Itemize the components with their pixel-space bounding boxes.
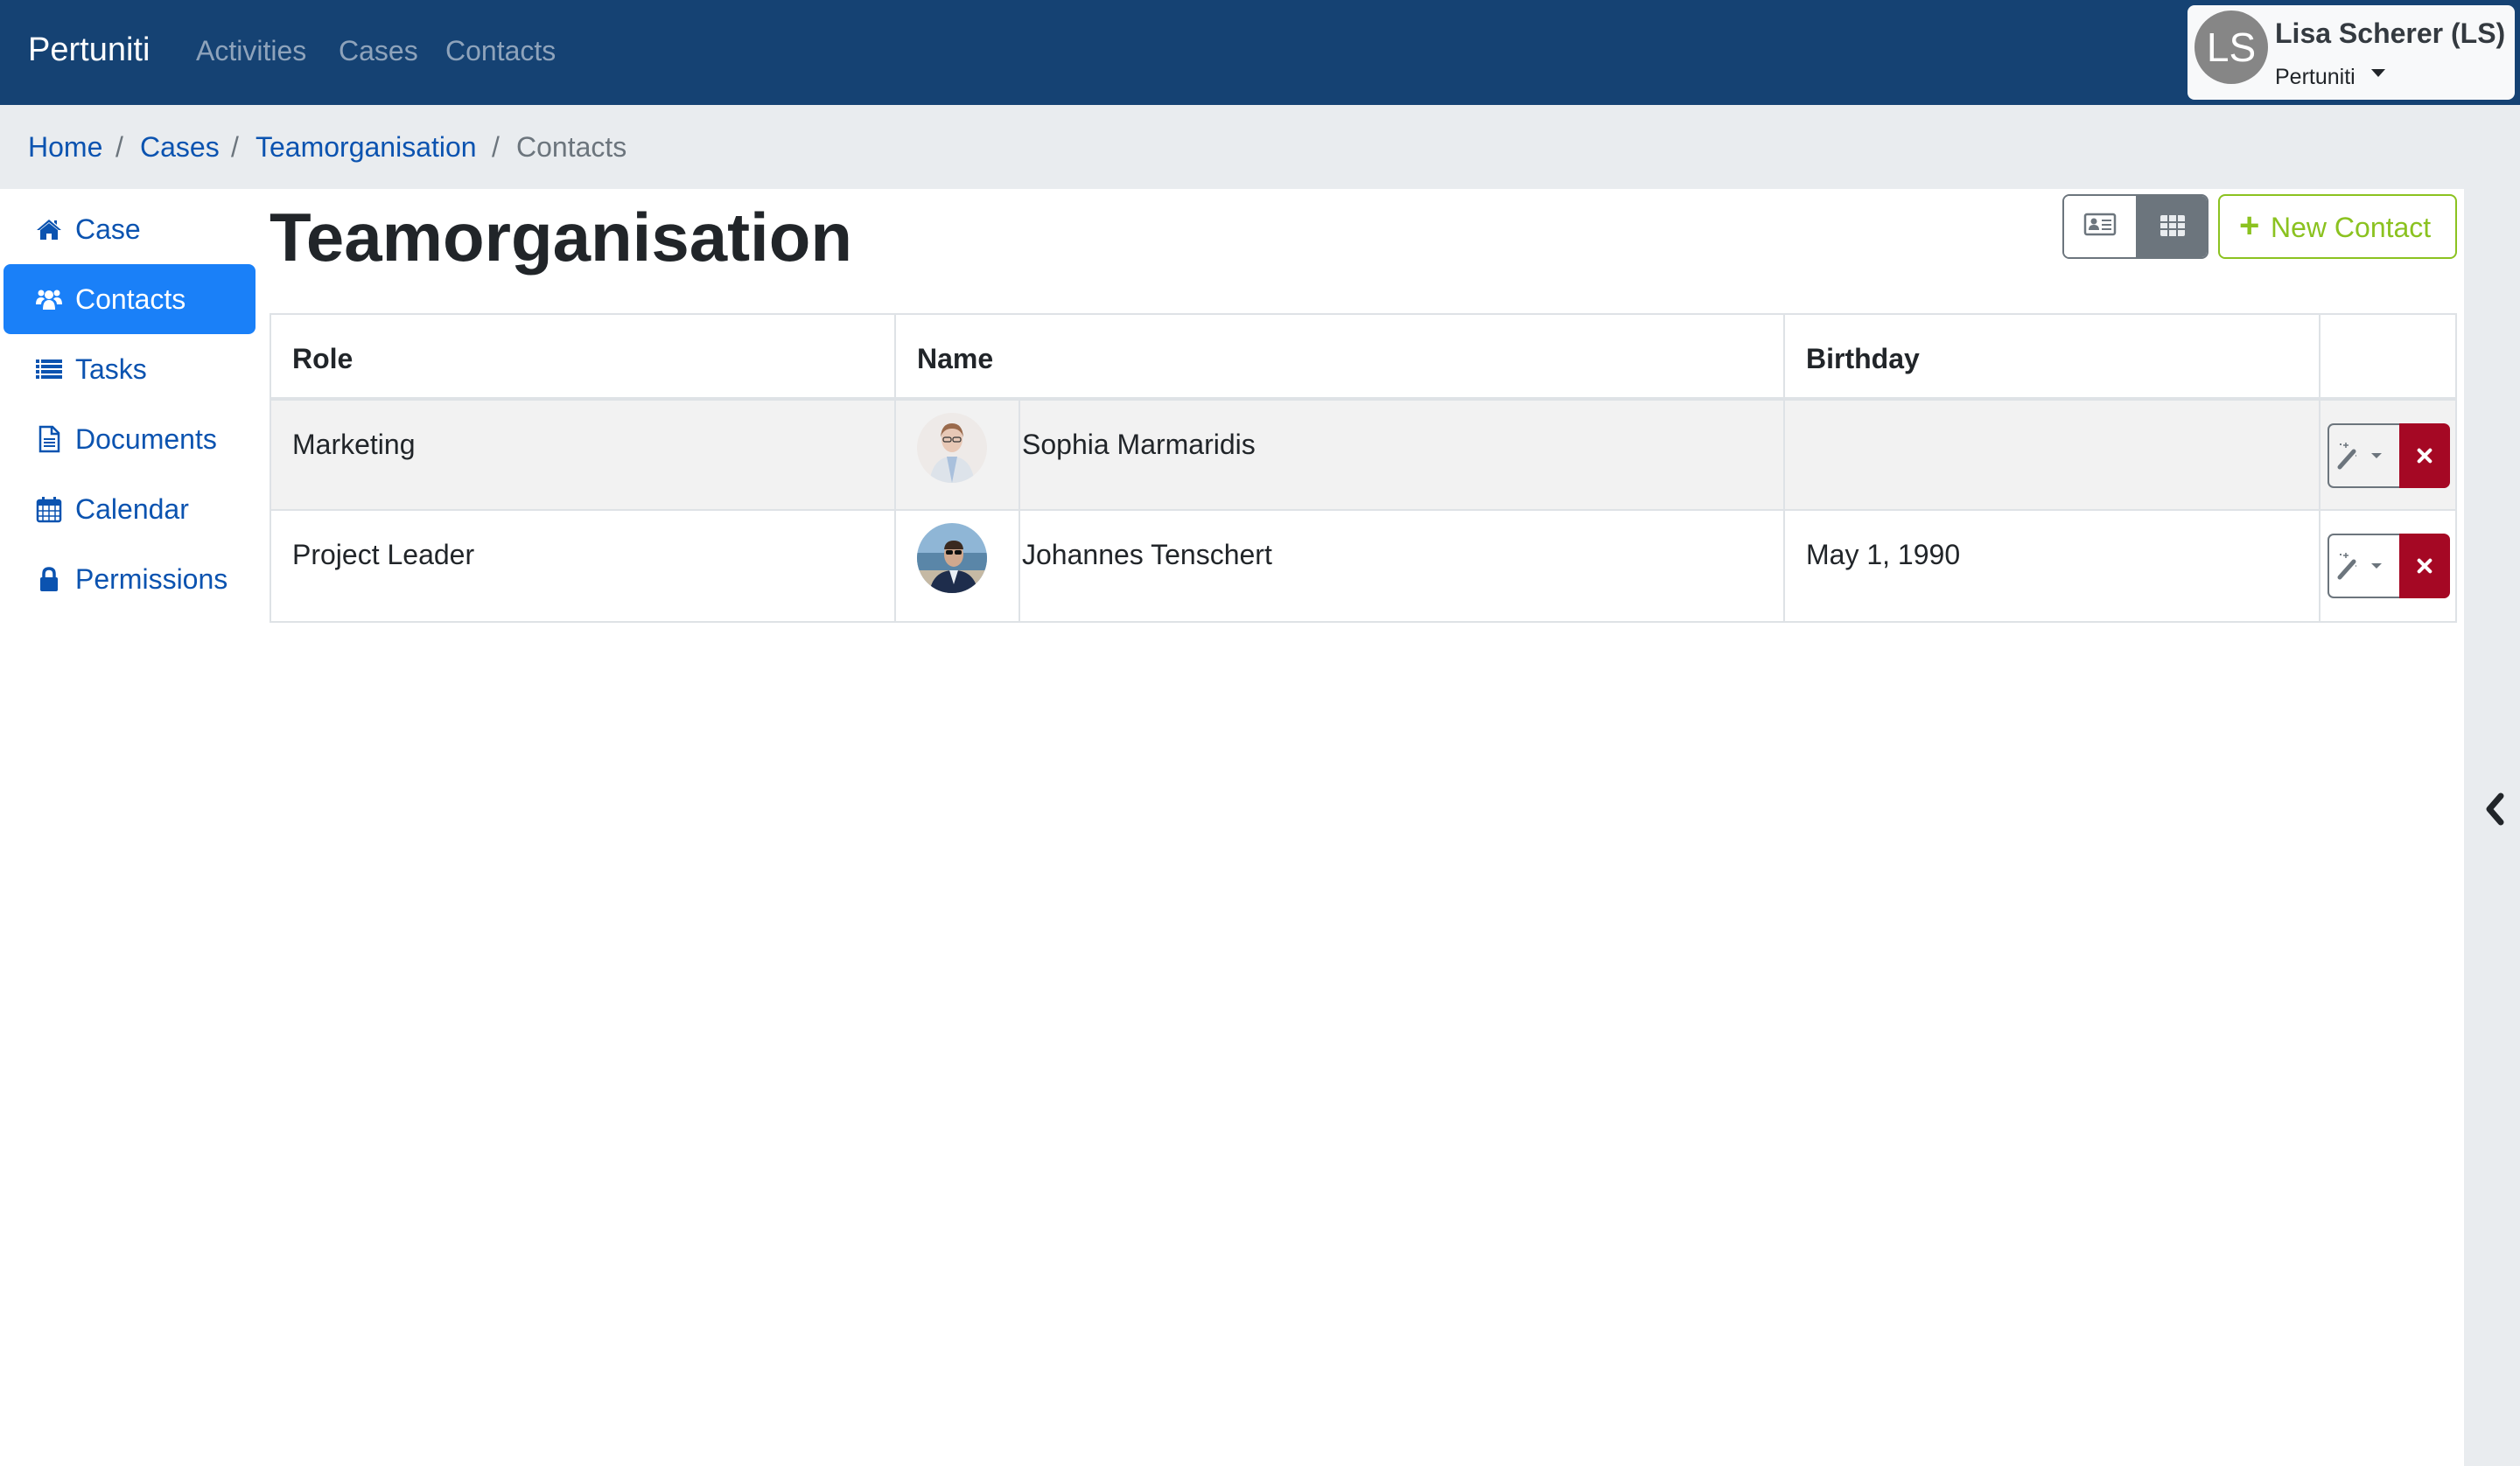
header-label: Role <box>292 343 354 374</box>
breadcrumb-current: Contacts <box>516 131 627 163</box>
cell-birthday <box>1785 401 2320 509</box>
close-icon <box>2417 448 2432 464</box>
sidebar-item-label: Documents <box>75 423 217 455</box>
chevron-left-icon[interactable] <box>2482 787 2508 831</box>
caret-down-icon <box>2370 68 2385 77</box>
delete-button[interactable] <box>2399 534 2450 598</box>
top-navbar: Pertuniti Activities Cases Contacts LS L… <box>0 0 2520 105</box>
plus-icon: + <box>2239 206 2260 245</box>
right-side-panel <box>2464 189 2520 1466</box>
sidebar-item-contacts[interactable]: Contacts <box>4 264 256 334</box>
actions-dropdown-button[interactable] <box>2328 534 2401 598</box>
page-title: Teamorganisation <box>270 199 853 276</box>
lock-icon <box>40 567 58 591</box>
role-text: Project Leader <box>292 539 475 570</box>
cell-name: Sophia Marmaridis <box>1020 401 1785 509</box>
sidebar-item-label: Contacts <box>75 283 186 315</box>
magic-wand-icon <box>2337 553 2382 580</box>
contact-name[interactable]: Sophia Marmaridis <box>1022 429 1256 461</box>
cell-role: Marketing <box>271 401 896 509</box>
contacts-table: Role Name Birthday Marketing Sophia Marm… <box>270 313 2457 623</box>
home-icon <box>37 220 61 240</box>
breadcrumb-teamorganisation[interactable]: Teamorganisation <box>256 131 477 164</box>
header-birthday[interactable]: Birthday <box>1785 315 2320 397</box>
table-header-row: Role Name Birthday <box>271 315 2455 401</box>
brand-logo[interactable]: Pertuniti <box>28 31 150 69</box>
nav-link-contacts[interactable]: Contacts <box>445 35 556 67</box>
magic-wand-icon <box>2337 443 2382 470</box>
contact-avatar[interactable] <box>917 413 987 483</box>
organization-label: Pertuniti <box>2275 65 2356 89</box>
breadcrumb-separator: / <box>231 131 239 163</box>
sidebar-item-tasks[interactable]: Tasks <box>4 334 256 404</box>
sidebar-item-label: Permissions <box>75 563 228 595</box>
header-name[interactable]: Name <box>896 315 1785 397</box>
table-row[interactable]: Project Leader Johannes Tenschert May 1,… <box>271 511 2455 621</box>
new-contact-button[interactable]: + New Contact <box>2218 194 2457 259</box>
row-actions <box>2328 534 2450 598</box>
sidebar-item-label: Tasks <box>75 353 147 385</box>
view-toggle-group <box>2062 194 2208 259</box>
actions-dropdown-button[interactable] <box>2328 423 2401 488</box>
cell-avatar <box>896 401 1020 509</box>
user-organization: Pertuniti <box>2275 65 2385 90</box>
sidebar-item-label: Calendar <box>75 493 189 525</box>
close-icon <box>2417 558 2432 574</box>
contact-name[interactable]: Johannes Tenschert <box>1022 539 1272 571</box>
delete-button[interactable] <box>2399 423 2450 488</box>
user-avatar: LS <box>2194 10 2268 84</box>
nav-link-cases[interactable]: Cases <box>339 35 418 67</box>
cell-avatar <box>896 511 1020 621</box>
sidebar-item-label: Case <box>75 213 141 245</box>
sidebar-item-calendar[interactable]: Calendar <box>4 474 256 544</box>
breadcrumb-separator: / <box>492 131 500 163</box>
list-icon <box>36 360 62 379</box>
document-icon <box>38 425 60 453</box>
contact-avatar[interactable] <box>917 523 987 593</box>
id-card-icon <box>2083 213 2117 236</box>
calendar-icon <box>36 497 62 523</box>
role-text: Marketing <box>292 429 416 460</box>
header-actions <box>2320 315 2457 397</box>
birthday-text: May 1, 1990 <box>1806 539 1961 570</box>
breadcrumb-home[interactable]: Home <box>28 131 102 164</box>
user-name: Lisa Scherer (LS) <box>2275 17 2506 49</box>
nav-link-activities[interactable]: Activities <box>196 35 306 67</box>
header-role[interactable]: Role <box>271 315 896 397</box>
sidebar-item-case[interactable]: Case <box>4 194 256 264</box>
cell-actions <box>2320 511 2457 621</box>
users-icon <box>36 290 62 310</box>
cell-name: Johannes Tenschert <box>1020 511 1785 621</box>
header-label: Birthday <box>1806 343 1920 374</box>
table-view-button[interactable] <box>2136 196 2207 257</box>
cell-role: Project Leader <box>271 511 896 621</box>
header-label: Name <box>917 343 994 374</box>
cell-birthday: May 1, 1990 <box>1785 511 2320 621</box>
sidebar-item-permissions[interactable]: Permissions <box>4 544 256 614</box>
sidebar-item-documents[interactable]: Documents <box>4 404 256 474</box>
table-row[interactable]: Marketing Sophia Marmaridis <box>271 401 2455 511</box>
cell-actions <box>2320 401 2457 509</box>
user-menu[interactable]: LS Lisa Scherer (LS) Pertuniti <box>2188 5 2515 100</box>
grid-icon <box>2160 215 2185 236</box>
card-view-button[interactable] <box>2064 196 2136 257</box>
breadcrumb-cases[interactable]: Cases <box>140 131 220 164</box>
new-contact-label: New Contact <box>2271 212 2432 243</box>
breadcrumb-separator: / <box>116 131 123 163</box>
row-actions <box>2328 423 2450 488</box>
breadcrumb: Home / Cases / Teamorganisation / Contac… <box>0 105 2520 189</box>
